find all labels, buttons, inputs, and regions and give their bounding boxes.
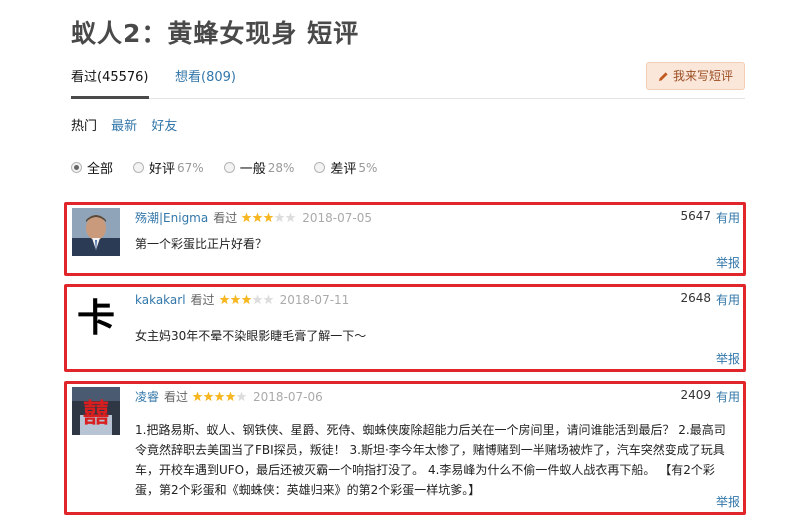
comment-meta: kakakarl 看过 2018-07-11	[135, 291, 349, 308]
comment-content: 1.把路易斯、蚁人、钢铁侠、星爵、死侍、蜘蛛侠废除超能力后关在一个房间里，请问谁…	[135, 423, 726, 497]
write-review-label: 我来写短评	[672, 69, 733, 83]
comment-card: 囍 凌睿 看过 2018-07-06 2409 有用 1.把路易斯、蚁人、钢铁侠…	[64, 381, 746, 515]
report-button[interactable]: 举报	[716, 350, 740, 367]
comment-meta: 凌睿 看过 2018-07-06	[135, 388, 323, 405]
sort-friends[interactable]: 好友	[151, 119, 177, 134]
rating-stars	[219, 294, 274, 305]
comment-meta: 殇潮|Enigma 看过 2018-07-05	[135, 209, 372, 226]
star-empty-icon	[236, 391, 247, 402]
vote-area: 2409 有用	[680, 388, 740, 405]
pencil-icon	[658, 71, 668, 81]
useful-button[interactable]: 有用	[716, 209, 740, 226]
radio-good[interactable]	[133, 162, 145, 173]
watched-label: 看过	[213, 211, 238, 225]
rating-stars	[192, 391, 247, 402]
sort-latest[interactable]: 最新	[111, 119, 137, 134]
filter-bad[interactable]: 差评 5%	[314, 158, 377, 177]
comment-author[interactable]: 殇潮|Enigma	[135, 209, 208, 226]
useful-button[interactable]: 有用	[716, 291, 740, 308]
comment-card: 卡 kakakarl 看过 2018-07-11 2648 有用 女主妈30年不…	[64, 284, 746, 372]
rating-stars	[241, 212, 296, 223]
comment-tabs: 看过(45576) 想看(809) 我来写短评	[71, 62, 745, 99]
report-button[interactable]: 举报	[716, 493, 740, 510]
rating-filters: 全部 好评 67% 一般 28% 差评 5%	[71, 158, 397, 177]
watched-label: 看过	[190, 293, 215, 307]
vote-area: 5647 有用	[680, 209, 740, 226]
filter-good-label: 好评	[149, 162, 176, 177]
comment-content: 女主妈30年不晕不染眼影睫毛膏了解一下～	[135, 329, 367, 343]
comment-author[interactable]: 凌睿	[135, 388, 159, 405]
report-button[interactable]: 举报	[716, 254, 740, 271]
star-empty-icon	[263, 294, 274, 305]
comment-card: 殇潮|Enigma 看过 2018-07-05 5647 有用 第一个彩蛋比正片…	[64, 202, 746, 276]
star-filled-icon	[263, 212, 274, 223]
avatar-glyph: 卡	[76, 294, 115, 339]
star-filled-icon	[230, 294, 241, 305]
watched-label: 看过	[164, 390, 189, 404]
page-title: 蚁人2：黄蜂女现身 短评	[71, 19, 360, 48]
filter-bad-label: 差评	[330, 162, 357, 177]
star-filled-icon	[203, 391, 214, 402]
star-empty-icon	[285, 212, 296, 223]
filter-all-label: 全部	[87, 162, 114, 177]
comment-date: 2018-07-06	[253, 389, 323, 404]
star-filled-icon	[219, 294, 230, 305]
star-empty-icon	[274, 212, 285, 223]
radio-mid[interactable]	[223, 162, 235, 173]
comment-content: 第一个彩蛋比正片好看？	[135, 237, 268, 251]
tab-watched[interactable]: 看过(45576)	[71, 66, 149, 99]
filter-good-percent: 67%	[177, 160, 204, 175]
vote-area: 2648 有用	[680, 291, 740, 308]
comment-author[interactable]: kakakarl	[135, 293, 186, 307]
filter-all[interactable]: 全部	[71, 158, 113, 177]
avatar[interactable]: 卡	[72, 290, 120, 339]
filter-mid-percent: 28%	[267, 160, 295, 175]
star-filled-icon	[225, 391, 236, 402]
star-filled-icon	[252, 212, 263, 223]
star-filled-icon	[214, 391, 225, 402]
user-photo-icon	[72, 208, 120, 256]
star-filled-icon	[241, 212, 252, 223]
write-review-button[interactable]: 我来写短评	[645, 62, 745, 90]
avatar[interactable]	[72, 208, 120, 256]
star-empty-icon	[252, 294, 263, 305]
vote-count: 2648	[680, 291, 711, 305]
vote-count: 2409	[680, 388, 711, 402]
filter-mid-label: 一般	[239, 162, 266, 177]
sort-nav: 热门 最新 好友	[71, 115, 187, 134]
star-filled-icon	[192, 391, 203, 402]
useful-button[interactable]: 有用	[716, 388, 740, 405]
filter-mid[interactable]: 一般 28%	[223, 158, 295, 177]
avatar[interactable]: 囍	[72, 387, 120, 435]
star-filled-icon	[241, 294, 252, 305]
filter-bad-percent: 5%	[358, 160, 378, 175]
vote-count: 5647	[680, 209, 711, 223]
tab-want[interactable]: 想看(809)	[175, 66, 236, 85]
avatar-glyph: 囍	[82, 398, 109, 429]
radio-bad[interactable]	[314, 162, 326, 173]
sort-hot[interactable]: 热门	[71, 119, 97, 134]
comment-date: 2018-07-05	[302, 210, 372, 225]
filter-good[interactable]: 好评 67%	[133, 158, 204, 177]
comment-date: 2018-07-11	[279, 292, 350, 307]
radio-all[interactable]	[71, 162, 82, 173]
